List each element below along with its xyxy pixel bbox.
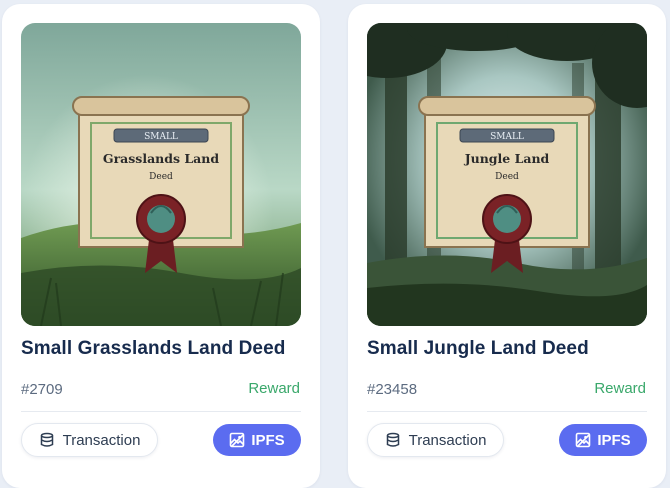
database-icon [39,432,55,448]
image-icon [575,432,591,448]
deed-badge-text: SMALL [490,132,524,142]
image-icon [229,432,245,448]
ipfs-label: IPFS [251,431,285,449]
token-id: #23458 [367,381,418,398]
reward-status: Reward [248,380,300,397]
transaction-button[interactable]: Transaction [367,423,504,457]
ipfs-button[interactable]: IPFS [213,424,301,456]
transaction-button[interactable]: Transaction [21,423,158,457]
nft-card-grasslands[interactable]: SMALL Grasslands Land Deed Small Grassla… [2,4,320,488]
nft-card-jungle[interactable]: SMALL Jungle Land Deed Small Jungle Land… [348,4,666,488]
deed-sub-text: Deed [149,172,173,182]
transaction-label: Transaction [62,431,141,449]
deed-artwork-grasslands[interactable]: SMALL Grasslands Land Deed [21,23,301,326]
transaction-label: Transaction [408,431,487,449]
deed-badge-text: SMALL [144,132,178,142]
deed-name-text: Jungle Land [464,151,550,166]
divider [21,411,301,412]
deed-name-text: Grasslands Land [103,151,219,166]
jungle-illustration: SMALL Jungle Land Deed [367,23,647,326]
token-id: #2709 [21,381,63,398]
deed-artwork-jungle[interactable]: SMALL Jungle Land Deed [367,23,647,326]
card-title: Small Grasslands Land Deed [21,338,286,359]
reward-status: Reward [594,380,646,397]
deed-scroll: SMALL Jungle Land Deed [418,96,596,273]
database-icon [385,432,401,448]
deed-scroll: SMALL Grasslands Land Deed [72,96,250,273]
card-title: Small Jungle Land Deed [367,338,589,359]
ipfs-button[interactable]: IPFS [559,424,647,456]
ipfs-label: IPFS [597,431,631,449]
deed-sub-text: Deed [495,172,519,182]
divider [367,411,647,412]
grasslands-illustration: SMALL Grasslands Land Deed [21,23,301,326]
